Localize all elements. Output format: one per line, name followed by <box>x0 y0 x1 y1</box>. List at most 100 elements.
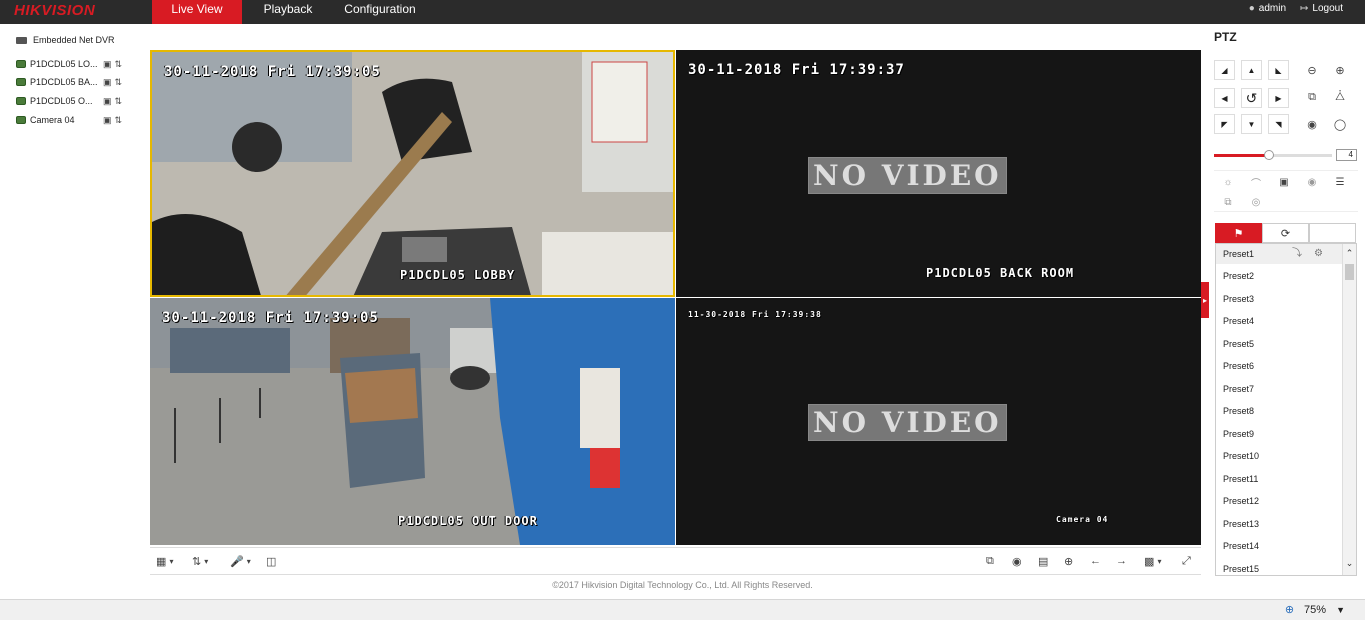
preset-item[interactable]: Preset14 <box>1216 536 1342 556</box>
digital-zoom-button[interactable]: ⊕ <box>1064 554 1073 568</box>
record-icon[interactable]: ▣ <box>103 115 112 126</box>
preset-item[interactable]: Preset7 <box>1216 379 1342 399</box>
focus-near-button[interactable]: ⧉ <box>1301 87 1323 107</box>
volume-button[interactable]: ▩ ▾ <box>1144 554 1161 568</box>
tree-root[interactable]: Embedded Net DVR <box>16 35 115 45</box>
ptz-up-right-button[interactable]: ◣ <box>1268 60 1289 80</box>
tab-patrol[interactable]: ⟳ <box>1262 223 1309 243</box>
tab-pattern[interactable] <box>1309 223 1356 243</box>
ptz-up-left-button[interactable]: ◢ <box>1214 60 1235 80</box>
wiper-icon: ⌒ <box>1251 178 1261 190</box>
preset-item[interactable]: Preset5 <box>1216 334 1342 354</box>
collapse-ptz-handle[interactable]: ▸ <box>1201 282 1209 318</box>
preset-item[interactable]: Preset8 <box>1216 401 1342 421</box>
preset-item[interactable]: Preset15 <box>1216 559 1342 575</box>
preset-item[interactable]: Preset2 <box>1216 266 1342 286</box>
video-pane-lobby[interactable]: 30-11-2018 Fri 17:39:05 P1DCDL05 LOBBY <box>150 50 675 297</box>
light-button[interactable]: ☼ <box>1214 173 1242 191</box>
stream-type-button[interactable]: ⇅ ▾ <box>192 554 208 568</box>
chevron-right-icon: ▸ <box>1202 295 1207 305</box>
stream-select-icon[interactable]: ⇅ <box>115 96 123 107</box>
pane-timestamp: 30-11-2018 Fri 17:39:05 <box>162 310 379 326</box>
stream-select-icon[interactable]: ⇅ <box>115 115 123 126</box>
camera-icon <box>16 78 26 86</box>
video-pane-camera-04[interactable]: 11-30-2018 Fri 17:39:38 NO VIDEO Camera … <box>676 298 1201 545</box>
user-menu[interactable]: ● admin <box>1249 3 1286 14</box>
preset-label: Preset10 <box>1223 451 1260 461</box>
tree-camera-item[interactable]: P1DCDL05 BA... ▣ ⇅ <box>16 74 140 90</box>
preset-item[interactable]: Preset9 <box>1216 424 1342 444</box>
video-pane-out-door[interactable]: 30-11-2018 Fri 17:39:05 P1DCDL05 OUT DOO… <box>150 298 675 545</box>
preset-scrollbar[interactable]: ⌃ ⌄ <box>1342 244 1356 575</box>
preset-label: Preset14 <box>1223 541 1260 551</box>
preset-item[interactable]: Preset4 <box>1216 311 1342 331</box>
zoom-out-button[interactable]: ⊖ <box>1301 60 1323 80</box>
previous-page-button[interactable]: ← <box>1090 554 1101 568</box>
record-icon[interactable]: ▣ <box>103 59 112 70</box>
gear-icon[interactable]: ⚙ <box>1314 244 1323 264</box>
focus-far-button[interactable]: ⧊ <box>1329 87 1351 107</box>
lobby-scene <box>152 52 673 295</box>
chevron-up-icon[interactable]: ⌃ <box>1343 248 1356 259</box>
snapshot-button[interactable]: ◉ <box>1012 554 1022 568</box>
preset-item[interactable]: Preset6 <box>1216 356 1342 376</box>
record-icon[interactable]: ▣ <box>103 77 112 88</box>
record-button[interactable]: ▤ <box>1038 554 1048 568</box>
wiper-button[interactable]: ⌒ <box>1242 173 1270 191</box>
ptz-speed-value[interactable]: 4 <box>1336 149 1357 161</box>
ptz-up-button[interactable]: ▲ <box>1241 60 1262 80</box>
ptz-auto-button[interactable]: ↺ <box>1241 88 1262 108</box>
tab-presets[interactable]: ⚑ <box>1215 223 1262 243</box>
tab-configuration[interactable]: Configuration <box>338 0 422 24</box>
preset-item[interactable]: Preset10 <box>1216 446 1342 466</box>
tab-playback[interactable]: Playback <box>252 0 324 24</box>
camera-icon <box>16 60 26 68</box>
tree-camera-item[interactable]: P1DCDL05 LO... ▣ ⇅ <box>16 56 140 72</box>
tree-camera-item[interactable]: Camera 04 ▣ ⇅ <box>16 112 140 128</box>
ptz-left-button[interactable]: ◀ <box>1214 88 1235 108</box>
ptz-speed-slider[interactable] <box>1214 150 1332 160</box>
window-layout-button[interactable]: ▦ ▾ <box>156 554 173 568</box>
lens-init-button[interactable]: ◉ <box>1298 173 1326 191</box>
manual-track-button[interactable]: ⧉ <box>1214 193 1242 211</box>
camera-label: P1DCDL05 BA... <box>30 77 98 87</box>
audio-button[interactable]: 🎤 ▾ <box>230 554 251 568</box>
capture-multi-button[interactable]: ⧉ <box>986 554 994 568</box>
scroll-thumb[interactable] <box>1345 264 1354 280</box>
stream-select-icon[interactable]: ⇅ <box>115 77 123 88</box>
ptz-down-button[interactable]: ▼ <box>1241 114 1262 134</box>
chevron-down-icon[interactable]: ▼ <box>1336 605 1345 615</box>
more-menu-button[interactable]: ☰ <box>1326 173 1354 191</box>
iris-close-button[interactable]: ◉ <box>1301 114 1323 134</box>
chevron-down-icon[interactable]: ⌄ <box>1343 558 1356 569</box>
stream-icon: ⇅ <box>192 555 202 568</box>
logout-button[interactable]: ↦ Logout <box>1300 3 1343 14</box>
fullscreen-icon: ⤢ <box>1182 554 1191 567</box>
iris-open-button[interactable]: ◯ <box>1329 114 1351 134</box>
all-start-button[interactable]: ◫ <box>266 554 276 568</box>
ptz-down-left-button[interactable]: ◤ <box>1214 114 1235 134</box>
zoom-in-button[interactable]: ⊕ <box>1329 60 1351 80</box>
fullscreen-button[interactable]: ⤢ <box>1182 554 1191 568</box>
preset-item[interactable]: Preset12 <box>1216 491 1342 511</box>
video-pane-back-room[interactable]: 30-11-2018 Fri 17:39:37 NO VIDEO P1DCDL0… <box>676 50 1201 297</box>
tree-camera-item[interactable]: P1DCDL05 O... ▣ ⇅ <box>16 93 140 109</box>
record-icon[interactable]: ▣ <box>103 96 112 107</box>
ptz-down-right-button[interactable]: ◥ <box>1268 114 1289 134</box>
slider-handle[interactable] <box>1264 150 1275 160</box>
no-video-banner: NO VIDEO <box>808 157 1007 194</box>
preset-item[interactable]: Preset13 <box>1216 514 1342 534</box>
next-page-button[interactable]: → <box>1116 554 1127 568</box>
preset-item[interactable]: Preset3 <box>1216 289 1342 309</box>
stream-select-icon[interactable]: ⇅ <box>115 59 123 70</box>
preset-item[interactable]: Preset11 <box>1216 469 1342 489</box>
call-preset-icon[interactable]: ⤵ <box>1292 244 1302 264</box>
3d-zoom-button[interactable]: ▣ <box>1270 173 1298 191</box>
zoom-control[interactable]: ⊕ 75% ▼ <box>1285 603 1345 617</box>
tab-live-view[interactable]: Live View <box>152 0 242 24</box>
preset-item[interactable]: Preset1 ⤵ ⚙ <box>1216 244 1342 264</box>
one-touch-button[interactable]: ◎ <box>1242 193 1270 211</box>
live-view-toolbar: ▦ ▾ ⇅ ▾ 🎤 ▾ ◫ ⧉ ◉ ▤ ⊕ ← → ▩ ▾ ⤢ <box>150 547 1201 575</box>
pane-timestamp: 11-30-2018 Fri 17:39:38 <box>688 310 822 319</box>
ptz-right-button[interactable]: ▶ <box>1268 88 1289 108</box>
